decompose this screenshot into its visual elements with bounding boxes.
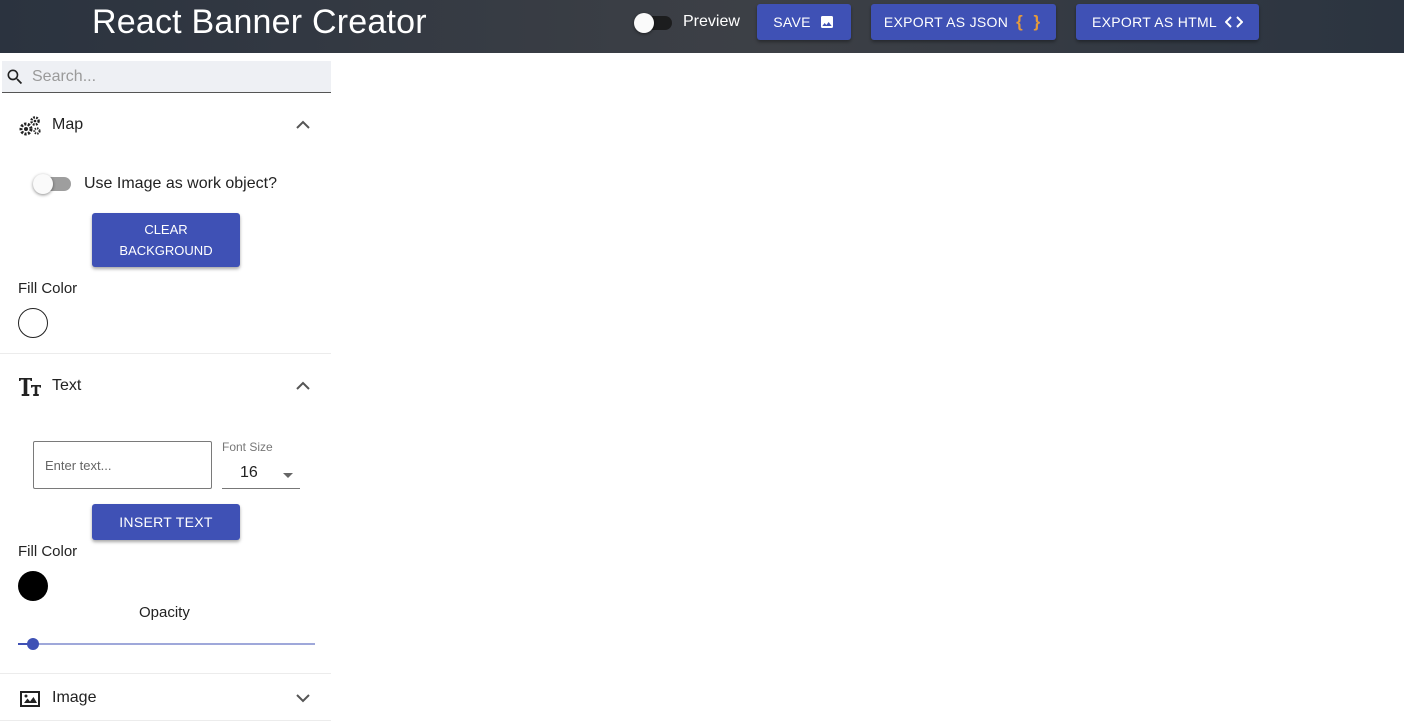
section-header-map[interactable]: Map (0, 105, 331, 145)
clear-background-label-1: CLEAR (144, 222, 188, 237)
section-divider (0, 673, 331, 674)
search-input[interactable] (32, 65, 322, 89)
preview-toggle-thumb (634, 13, 654, 33)
use-image-toggle-thumb (33, 174, 53, 194)
map-fill-color-label: Fill Color (18, 280, 78, 297)
insert-text-button[interactable]: INSERT TEXT (92, 504, 240, 540)
font-size-label: Font Size (222, 440, 273, 454)
gears-icon (19, 116, 41, 136)
opacity-label: Opacity (139, 604, 190, 621)
section-divider (0, 353, 331, 354)
text-fill-color-swatch[interactable] (18, 571, 48, 601)
chevron-down-icon (296, 694, 310, 703)
section-title-image: Image (52, 689, 97, 706)
export-html-button[interactable]: EXPORT AS HTML (1076, 4, 1259, 40)
code-icon (1225, 16, 1244, 28)
opacity-slider-rail (18, 643, 315, 645)
opacity-slider-thumb[interactable] (27, 638, 39, 650)
map-fill-color-swatch[interactable] (18, 308, 48, 338)
opacity-slider[interactable] (18, 633, 315, 655)
use-image-label: Use Image as work object? (84, 175, 277, 192)
export-html-label: EXPORT AS HTML (1091, 14, 1218, 30)
chevron-up-icon (296, 120, 310, 129)
save-button[interactable]: SAVE (757, 4, 851, 40)
app-header: React Banner Creator Preview SAVE EXPORT… (0, 0, 1404, 53)
preview-label: Preview (683, 13, 740, 30)
section-header-text[interactable]: Text (0, 366, 331, 406)
search-bar (2, 61, 331, 93)
font-size-value: 16 (240, 464, 258, 481)
clear-background-button[interactable]: CLEAR BACKGROUND (92, 213, 240, 267)
clear-background-label-2: BACKGROUND (119, 243, 213, 258)
dropdown-arrow-icon (283, 473, 293, 478)
preview-toggle[interactable] (634, 12, 674, 33)
sidebar: Map Use Image as work object? CLEAR BACK… (0, 53, 331, 724)
text-fill-color-label: Fill Color (18, 543, 78, 560)
image-icon (20, 691, 40, 707)
font-size-select[interactable]: 16 (222, 458, 300, 489)
image-icon (820, 16, 833, 28)
use-image-toggle[interactable] (33, 173, 73, 195)
section-title-map: Map (52, 116, 84, 133)
text-input[interactable] (33, 441, 212, 489)
app-title: React Banner Creator (92, 3, 427, 41)
section-divider (0, 720, 331, 721)
export-json-label: EXPORT AS JSON (883, 14, 1009, 30)
chevron-up-icon (296, 381, 310, 390)
save-button-label: SAVE (773, 14, 811, 30)
export-json-button[interactable]: EXPORT AS JSON { } (871, 4, 1056, 40)
banner-canvas[interactable] (331, 53, 1404, 724)
braces-icon: { } (1016, 12, 1044, 31)
section-title-text: Text (52, 377, 82, 394)
search-icon (7, 69, 23, 85)
text-size-icon (19, 378, 41, 396)
section-header-image[interactable]: Image (0, 678, 331, 718)
